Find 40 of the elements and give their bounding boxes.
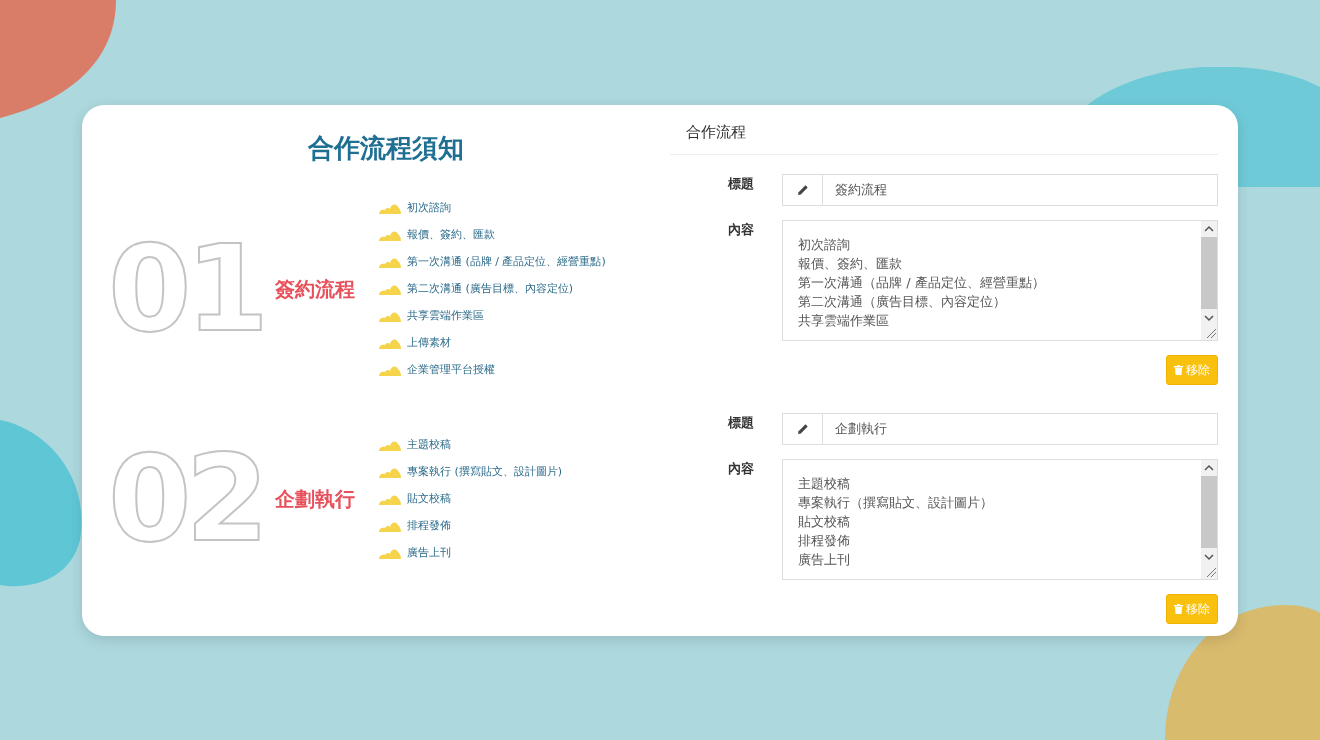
step-number: 01 (108, 229, 263, 350)
cloud-icon (379, 364, 401, 376)
title-field[interactable]: 簽約流程 (782, 173, 1218, 206)
section-heading: 企劃執行 (275, 486, 355, 514)
pencil-icon (796, 183, 809, 196)
step-label: 廣告上刊 (407, 545, 451, 562)
field-label: 標題 (726, 174, 755, 193)
step-number: 02 (108, 439, 263, 560)
cloud-icon (379, 283, 401, 295)
cloud-icon (379, 256, 401, 268)
cloud-icon (379, 439, 401, 451)
title-field[interactable]: 企劃執行 (782, 412, 1218, 445)
cloud-icon (379, 337, 401, 349)
section-heading: 簽約流程 (275, 276, 355, 304)
step-label: 專案執行 (撰寫貼文、設計圖片) (407, 464, 563, 481)
step-label: 報價、簽約、匯款 (407, 227, 495, 244)
field-label: 內容 (727, 459, 755, 478)
step-label: 上傳素材 (407, 335, 451, 352)
cloud-icon (379, 202, 401, 214)
step-label: 共享雲端作業區 (407, 308, 484, 325)
cloud-icon (379, 310, 401, 322)
step-label: 排程發佈 (407, 518, 451, 535)
cloud-icon (379, 547, 401, 559)
trash-icon (1174, 603, 1183, 614)
step-label: 第二次溝通 (廣告目標、內容定位) (407, 281, 574, 298)
field-label: 標題 (726, 413, 755, 432)
step-label: 企業管理平台授權 (407, 362, 495, 379)
step-label: 主題校稿 (407, 437, 451, 454)
cloud-icon (379, 466, 401, 478)
step-label: 初次諮詢 (407, 200, 451, 217)
step-label: 貼文校稿 (407, 491, 451, 508)
cloud-icon (379, 493, 401, 505)
pencil-icon (796, 422, 809, 435)
field-label: 內容 (727, 220, 755, 239)
trash-icon (1174, 364, 1183, 375)
panel-header: 合作流程 (670, 105, 1218, 155)
page-title: 合作流程須知 (307, 133, 465, 165)
step-label: 第一次溝通 (品牌 / 產品定位、經營重點) (407, 254, 606, 271)
cloud-icon (379, 229, 401, 241)
cloud-icon (379, 520, 401, 532)
